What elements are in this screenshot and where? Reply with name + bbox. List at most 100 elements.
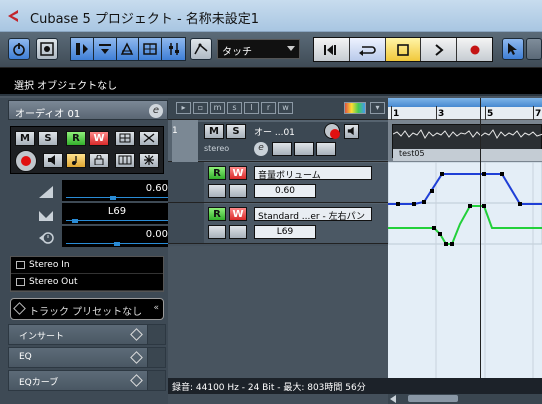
track-solo-button[interactable]: S	[226, 124, 246, 139]
header-mute-button[interactable]: m	[210, 102, 225, 114]
monitor-button[interactable]	[43, 153, 63, 168]
pan-field[interactable]: L69	[62, 203, 172, 224]
track-send-bypass-button[interactable]	[316, 142, 336, 156]
audio-event[interactable]: test05	[392, 124, 542, 161]
input-routing-select[interactable]: Stereo In	[11, 257, 163, 274]
play-icon	[435, 43, 444, 56]
stop-button[interactable]	[385, 38, 422, 61]
lanes-button[interactable]	[115, 153, 135, 168]
automation-panel-button[interactable]	[190, 38, 212, 60]
freeze-button[interactable]	[139, 153, 159, 168]
clock-delay-icon	[39, 232, 54, 244]
read-automation-button[interactable]: R	[208, 207, 226, 221]
header-edit-icon[interactable]: ▫	[193, 102, 208, 114]
ruler-bar-5: 5	[487, 109, 494, 119]
activate-project-button[interactable]	[8, 38, 30, 60]
header-solo-button[interactable]: s	[227, 102, 242, 114]
scroll-left-icon[interactable]	[390, 395, 396, 403]
channel-settings-button[interactable]	[115, 131, 135, 146]
write-automation-button[interactable]: W	[229, 207, 247, 221]
track-name[interactable]: オー ...01	[254, 125, 295, 138]
bypass-slot-button[interactable]	[147, 348, 165, 367]
audio-track-row[interactable]: 1 M S オー ...01 stereo e	[168, 120, 388, 162]
write-automation-button[interactable]: W	[89, 131, 109, 146]
add-track-icon[interactable]: ▸	[176, 102, 191, 114]
section-inserts[interactable]: インサート	[8, 324, 166, 345]
delay-slider-knob[interactable]	[114, 242, 120, 246]
bypass-slot-button[interactable]	[147, 371, 165, 390]
output-arrow-icon	[16, 278, 25, 286]
bypass-button[interactable]	[139, 131, 159, 146]
track-record-enable-button[interactable]	[324, 123, 340, 139]
header-read-button[interactable]: r	[261, 102, 276, 114]
automation-parameter-select[interactable]: 音量ボリューム	[254, 166, 372, 180]
section-eq[interactable]: EQ	[8, 347, 166, 368]
track-colors-button[interactable]	[344, 102, 366, 114]
automation-value-field[interactable]: 0.60	[254, 184, 316, 198]
inspector-track-header[interactable]: オーディオ 01 e	[8, 100, 168, 120]
read-automation-button[interactable]: R	[208, 166, 226, 180]
read-automation-button[interactable]: R	[66, 131, 86, 146]
edit-channel-button[interactable]: e	[149, 104, 163, 118]
record-enable-button[interactable]	[15, 150, 37, 172]
automation-track-pan[interactable]: R W Standard ...er - 左右パン L69	[168, 203, 388, 244]
track-insert-bypass-button[interactable]	[272, 142, 292, 156]
lock-button[interactable]	[89, 153, 109, 168]
horizontal-scrollbar[interactable]	[388, 394, 542, 404]
show-mixer-button[interactable]	[162, 38, 185, 60]
header-options-icon[interactable]: ▾	[370, 102, 385, 114]
automation-mode-select[interactable]: タッチ	[217, 39, 300, 59]
musical-timebase-button[interactable]	[66, 153, 86, 168]
track-preset-select[interactable]: トラック プリセットなし «	[10, 298, 164, 320]
inspector-icon	[75, 43, 88, 55]
delay-field[interactable]: 0.00	[62, 226, 172, 247]
preset-diamond-icon	[13, 302, 26, 315]
header-listen-button[interactable]: l	[244, 102, 259, 114]
track-mute-button[interactable]: M	[204, 124, 224, 139]
go-to-start-button[interactable]	[314, 38, 350, 61]
info-line: 選択 オブジェクトなし	[0, 68, 542, 96]
lock-automation-button[interactable]	[229, 225, 247, 239]
inspector-parameters: 0.60 L69 0.00	[10, 178, 172, 248]
cycle-button[interactable]	[349, 38, 386, 61]
output-routing-select[interactable]: Stereo Out	[11, 274, 163, 291]
play-button[interactable]	[421, 38, 458, 61]
show-pool-button[interactable]	[139, 38, 163, 60]
snowflake-icon	[144, 155, 154, 165]
constrain-delay-button[interactable]	[36, 38, 58, 60]
solo-button[interactable]: S	[38, 131, 58, 146]
show-inspector-button[interactable]	[71, 38, 94, 60]
bypass-slot-button[interactable]	[147, 325, 165, 344]
volume-slider-knob[interactable]	[110, 196, 116, 200]
status-bar: 録音: 44100 Hz - 24 Bit - 最大: 803時間 56分	[168, 378, 542, 394]
write-automation-button[interactable]: W	[229, 166, 247, 180]
automation-value-field[interactable]: L69	[254, 225, 316, 239]
lock-automation-button[interactable]	[229, 184, 247, 198]
header-write-button[interactable]: w	[278, 102, 293, 114]
input-routing-label: Stereo In	[29, 260, 70, 270]
mute-automation-button[interactable]	[208, 225, 226, 239]
track-monitor-button[interactable]	[344, 124, 359, 139]
track-edit-button[interactable]: e	[254, 142, 268, 156]
object-selection-tool[interactable]	[502, 38, 524, 60]
pan-slider-knob[interactable]	[72, 219, 78, 223]
automation-lanes[interactable]	[388, 162, 542, 382]
scroll-thumb[interactable]	[408, 395, 458, 402]
automation-parameter-select[interactable]: Standard ...er - 左右パン	[254, 207, 372, 221]
cycle-range[interactable]	[388, 98, 542, 107]
track-list-empty-area[interactable]	[168, 246, 388, 380]
mute-button[interactable]: M	[15, 131, 35, 146]
show-info-line-button[interactable]	[93, 38, 117, 60]
section-eq-curve[interactable]: EQカーブ	[8, 370, 166, 391]
ruler[interactable]: 1 3 5 7	[388, 98, 542, 120]
project-cursor[interactable]	[480, 98, 481, 382]
show-overview-button[interactable]	[116, 38, 140, 60]
volume-field[interactable]: 0.60	[62, 180, 172, 201]
mute-automation-button[interactable]	[208, 184, 226, 198]
automation-track-volume[interactable]: R W 音量ボリューム 0.60	[168, 162, 388, 203]
output-routing-label: Stereo Out	[29, 277, 78, 287]
record-button[interactable]	[457, 38, 492, 61]
track-eq-bypass-button[interactable]	[294, 142, 314, 156]
range-selection-tool[interactable]	[526, 38, 542, 60]
track-list-header: ▸ ▫ m s l r w ▾	[168, 98, 388, 120]
